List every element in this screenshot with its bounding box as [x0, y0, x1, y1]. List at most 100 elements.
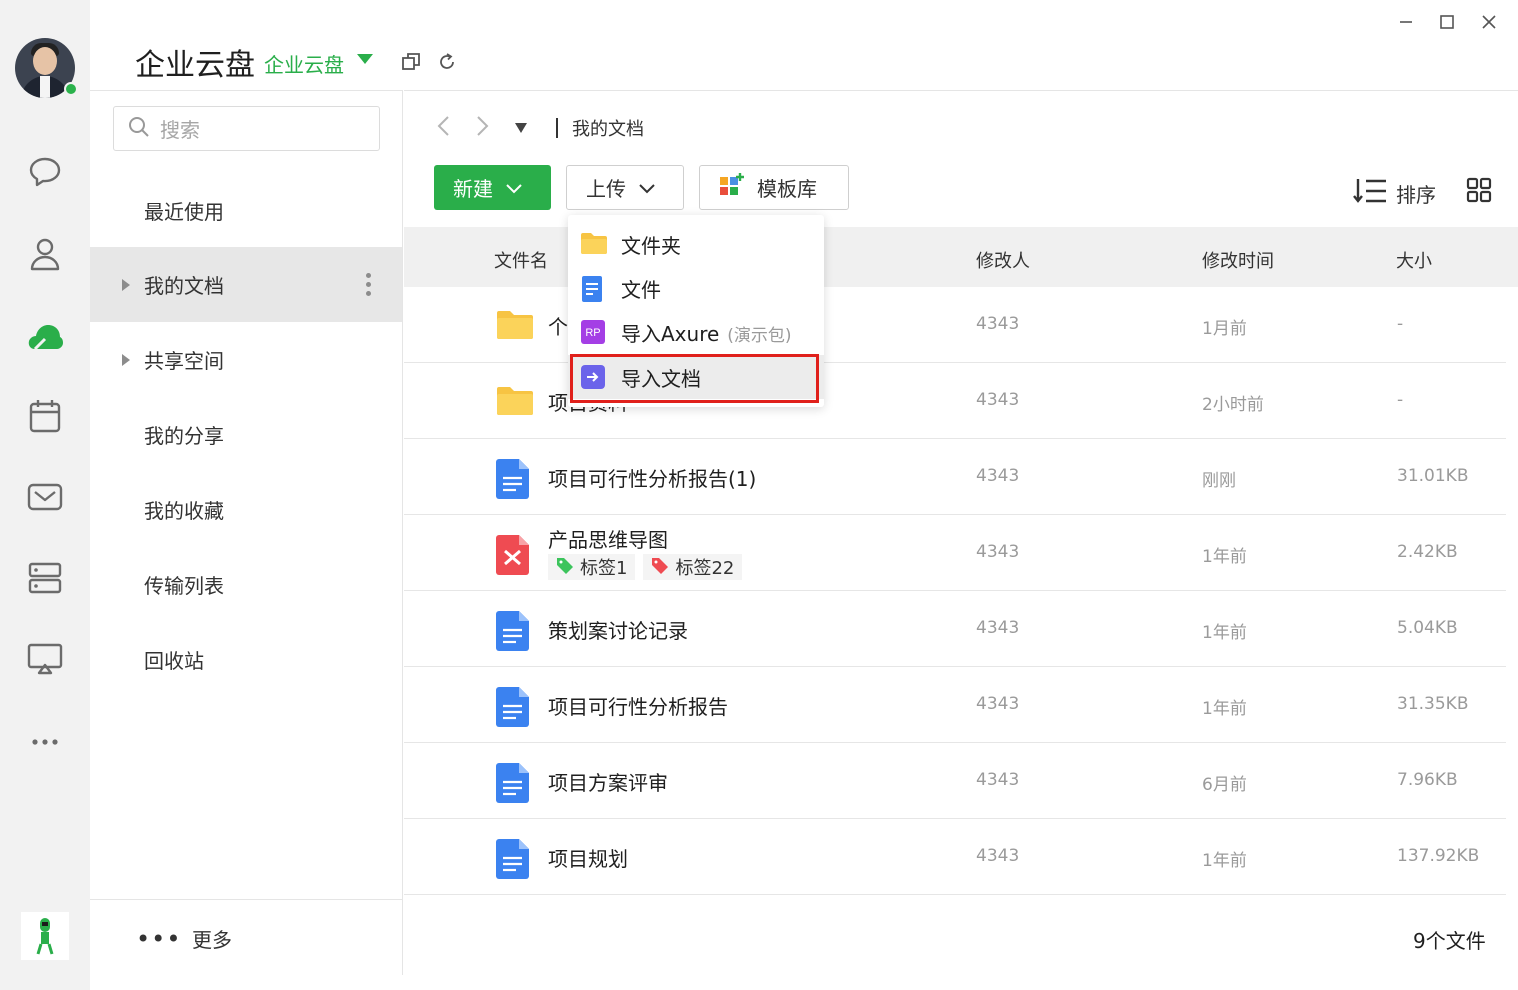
sidebar-item-label: 我的分享 — [144, 424, 224, 448]
new-button-label: 新建 — [453, 177, 493, 201]
file-name: 项目方案评审 — [548, 771, 668, 795]
upload-menu-item-file[interactable]: 文件 — [568, 266, 824, 310]
template-grid-icon — [719, 172, 745, 203]
tag-list: 标签1 标签22 — [548, 554, 743, 580]
sidebar-item-my-docs[interactable]: 我的文档 — [90, 247, 402, 322]
screen-share-icon[interactable] — [25, 639, 65, 679]
axure-label: 导入Axure — [621, 321, 720, 346]
table-row[interactable]: 产品思维导图 标签1 标签22 4343 1年前 2.42KB — [404, 515, 1506, 591]
sort-button[interactable]: 排序 — [1352, 177, 1436, 210]
caret-down-icon[interactable] — [357, 54, 373, 64]
forward-icon[interactable] — [472, 115, 492, 141]
document-icon — [496, 839, 532, 879]
chevron-down-icon — [505, 176, 523, 200]
new-button[interactable]: 新建 — [434, 165, 551, 210]
column-modified[interactable]: 修改时间 — [1202, 247, 1274, 273]
template-library-button[interactable]: 模板库 — [699, 165, 849, 210]
column-name[interactable]: 文件名 — [494, 247, 548, 273]
upload-button-label: 上传 — [586, 177, 626, 201]
file-modified: 刚刚 — [1202, 471, 1236, 491]
assistant-bot-icon[interactable] — [21, 912, 69, 960]
file-size: 31.01KB — [1397, 466, 1469, 486]
grid-view-icon[interactable] — [1466, 177, 1492, 203]
upload-menu-item-axure[interactable]: RP 导入Axure (演示包) — [568, 310, 824, 354]
table-row[interactable]: 项目规划 4343 1年前 137.92KB — [404, 819, 1506, 895]
column-modifier[interactable]: 修改人 — [976, 247, 1030, 273]
document-icon — [496, 763, 532, 803]
minimize-icon[interactable] — [1392, 8, 1420, 36]
more-options-icon[interactable] — [366, 273, 372, 296]
chat-icon[interactable] — [25, 152, 65, 192]
file-modified: 1年前 — [1202, 547, 1247, 567]
search-icon — [128, 116, 150, 142]
cloud-drive-icon[interactable] — [25, 316, 65, 356]
sort-label: 排序 — [1396, 183, 1436, 207]
sidebar-item-recent[interactable]: 最近使用 — [90, 173, 402, 248]
sidebar-item-favorites[interactable]: 我的收藏 — [90, 472, 402, 547]
close-icon[interactable] — [1475, 8, 1503, 36]
app-rail — [0, 0, 90, 990]
more-icon[interactable] — [25, 722, 65, 762]
chevron-down-icon — [638, 176, 656, 200]
file-name: 策划案讨论记录 — [548, 619, 688, 643]
contacts-icon[interactable] — [25, 234, 65, 274]
file-modifier: 4343 — [976, 770, 1020, 790]
mindmap-icon — [496, 535, 532, 575]
calendar-icon[interactable] — [25, 396, 65, 436]
sidebar-item-recycle-bin[interactable]: 回收站 — [90, 622, 402, 697]
refresh-icon[interactable] — [437, 52, 457, 72]
sidebar-more[interactable]: ••• 更多 — [90, 899, 402, 976]
axure-rp-icon: RP — [580, 319, 606, 345]
sidebar-item-transfers[interactable]: 传输列表 — [90, 547, 402, 622]
nav-sidebar: 搜索 最近使用 我的文档 共享空间 我的分享 我的收藏 传输列表 回收站 •••… — [90, 90, 403, 975]
tag-label: 标签22 — [675, 558, 735, 579]
svg-text:RP: RP — [585, 327, 600, 339]
sidebar-item-label: 传输列表 — [144, 574, 224, 598]
back-icon[interactable] — [434, 115, 454, 141]
upload-menu-item-folder[interactable]: 文件夹 — [568, 222, 824, 266]
breadcrumb-current[interactable]: 我的文档 — [572, 115, 644, 141]
history-dropdown-icon[interactable] — [514, 119, 528, 138]
workspace-switcher[interactable]: 企业云盘 — [264, 49, 344, 78]
file-size: 2.42KB — [1397, 542, 1458, 562]
upload-menu-label: 文件 — [621, 277, 661, 302]
column-size[interactable]: 大小 — [1396, 247, 1432, 273]
file-name: 项目规划 — [548, 847, 628, 871]
template-button-label: 模板库 — [757, 177, 817, 201]
tag-red-icon — [651, 556, 669, 579]
folder-icon — [496, 383, 533, 421]
file-modifier: 4343 — [976, 466, 1020, 486]
expand-arrow-icon[interactable] — [122, 278, 130, 291]
table-row[interactable]: 项目方案评审 4343 6月前 7.96KB — [404, 743, 1506, 819]
sidebar-item-shared-space[interactable]: 共享空间 — [90, 322, 402, 397]
sidebar-item-label: 最近使用 — [144, 200, 224, 224]
file-size: - — [1397, 390, 1404, 410]
highlight-annotation — [570, 354, 819, 403]
maximize-icon[interactable] — [1433, 8, 1461, 36]
folder-icon — [496, 307, 533, 345]
sidebar-item-label: 回收站 — [144, 649, 204, 673]
table-row[interactable]: 项目可行性分析报告(1) 4343 刚刚 31.01KB — [404, 439, 1506, 515]
mail-icon[interactable] — [25, 477, 65, 517]
file-modifier: 4343 — [976, 618, 1020, 638]
storage-icon[interactable] — [25, 558, 65, 598]
tag[interactable]: 标签1 — [548, 554, 636, 580]
file-count: 9个文件 — [1413, 929, 1486, 953]
tag[interactable]: 标签22 — [643, 554, 743, 580]
sort-icon — [1352, 177, 1388, 210]
upload-button[interactable]: 上传 — [566, 165, 684, 210]
table-row[interactable]: 策划案讨论记录 4343 1年前 5.04KB — [404, 591, 1506, 667]
expand-arrow-icon[interactable] — [122, 353, 130, 366]
sidebar-item-my-shares[interactable]: 我的分享 — [90, 397, 402, 472]
file-name: 产品思维导图 — [548, 528, 668, 552]
file-modifier: 4343 — [976, 846, 1020, 866]
folder-icon — [580, 231, 607, 257]
file-modified: 2小时前 — [1202, 395, 1264, 415]
file-modifier: 4343 — [976, 542, 1020, 562]
search-input[interactable]: 搜索 — [113, 106, 380, 151]
sidebar-item-label: 共享空间 — [144, 349, 224, 373]
table-row[interactable]: 项目可行性分析报告 4343 1年前 31.35KB — [404, 667, 1506, 743]
popout-window-icon[interactable] — [401, 52, 421, 72]
search-placeholder: 搜索 — [160, 118, 200, 142]
online-status-dot — [64, 82, 78, 96]
